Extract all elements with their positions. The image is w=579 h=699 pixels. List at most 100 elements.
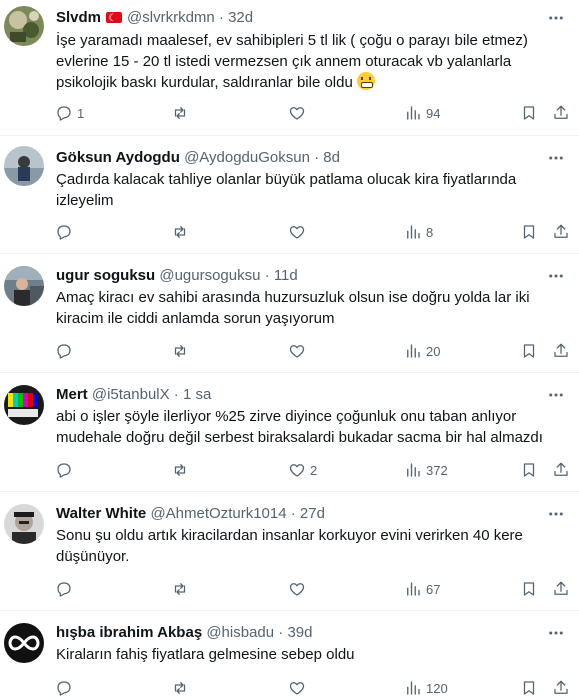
bookmark-button[interactable]	[520, 678, 538, 698]
bookmark-button[interactable]	[520, 103, 538, 123]
timestamp[interactable]: 39d	[287, 624, 312, 641]
author-name[interactable]: ugur soguksu	[56, 267, 155, 284]
more-dots-icon[interactable]	[547, 624, 565, 642]
author-handle[interactable]: @hisbadu	[206, 624, 274, 641]
like-button[interactable]	[288, 678, 310, 698]
reply-button[interactable]	[55, 460, 77, 480]
more-dots-icon[interactable]	[547, 149, 565, 167]
author-handle[interactable]: @ugursoguksu	[159, 267, 260, 284]
like-button[interactable]	[288, 222, 310, 242]
retweet-button[interactable]	[171, 341, 193, 361]
share-button[interactable]	[552, 341, 570, 361]
views-button[interactable]: 120	[404, 678, 448, 698]
like-button[interactable]	[288, 103, 310, 123]
like-button[interactable]: 2	[288, 460, 317, 480]
tweet-feed: Slvdm @slvrkrkdmn · 32d İşe yaramadı maal…	[0, 0, 579, 699]
more-dots-icon[interactable]	[547, 505, 565, 523]
separator-dot: ·	[218, 9, 224, 26]
reply-button[interactable]	[55, 678, 77, 698]
like-button[interactable]	[288, 341, 310, 361]
reply-icon	[57, 463, 71, 478]
bookmark-button[interactable]	[520, 341, 538, 361]
bookmark-button[interactable]	[520, 579, 538, 599]
retweet-button[interactable]	[171, 222, 193, 242]
share-button[interactable]	[552, 222, 570, 242]
reply-button[interactable]: 1	[55, 103, 84, 123]
retweet-button[interactable]	[171, 678, 193, 698]
retweet-button[interactable]	[171, 460, 193, 480]
views-chart-icon	[407, 463, 420, 477]
timestamp[interactable]: 27d	[300, 505, 325, 522]
retweet-icon	[174, 583, 186, 595]
author-name[interactable]: Mert	[56, 386, 88, 403]
share-icon	[554, 224, 568, 238]
view-count: 120	[426, 680, 448, 696]
more-dots-icon[interactable]	[547, 9, 565, 27]
author-handle[interactable]: @slvrkrkdmn	[127, 9, 215, 26]
tweet-text: abi o işler şöyle ilerliyor %25 zirve di…	[56, 408, 543, 446]
views-chart-icon	[407, 106, 420, 120]
views-chart-icon	[407, 225, 420, 239]
avatar[interactable]	[4, 385, 44, 425]
more-dots-icon[interactable]	[547, 386, 565, 404]
heart-icon	[289, 345, 305, 358]
views-button[interactable]: 94	[404, 103, 440, 123]
separator-dot: ·	[173, 386, 179, 403]
tweet[interactable]: ugur soguksu @ugursoguksu · 11d Amaç kir…	[0, 254, 579, 373]
author-handle[interactable]: @AhmetOzturk1014	[150, 505, 286, 522]
heart-icon	[289, 226, 305, 239]
tweet[interactable]: Slvdm @slvrkrkdmn · 32d İşe yaramadı maal…	[0, 0, 579, 136]
like-button[interactable]	[288, 579, 310, 599]
retweet-button[interactable]	[171, 579, 193, 599]
reply-icon	[57, 106, 71, 121]
bookmark-button[interactable]	[520, 222, 538, 242]
bookmark-icon	[523, 582, 535, 596]
author-name[interactable]: Walter White	[56, 505, 146, 522]
author-handle[interactable]: @AydogduGoksun	[184, 149, 310, 166]
tweet-actions: 20	[50, 341, 571, 361]
retweet-icon	[174, 464, 186, 476]
author-name[interactable]: Slvdm	[56, 9, 101, 26]
views-button[interactable]: 372	[404, 460, 448, 480]
reply-button[interactable]	[55, 222, 77, 242]
tweet-text: Kiraların fahiş fiyatlara gelmesine sebe…	[56, 646, 355, 663]
timestamp[interactable]: 1 sa	[183, 386, 211, 403]
tweet[interactable]: Göksun Aydogdu @AydogduGoksun · 8d Çadır…	[0, 136, 579, 254]
author-handle[interactable]: @i5tanbulX	[92, 386, 170, 403]
share-button[interactable]	[552, 678, 570, 698]
tweet-text: Sonu şu oldu artık kiracilardan insanlar…	[56, 527, 523, 565]
tweet-header: hışba ibrahim Akbaş @hisbadu · 39d	[56, 623, 539, 643]
reply-button[interactable]	[55, 341, 77, 361]
tweet[interactable]: hışba ibrahim Akbaş @hisbadu · 39d Kiral…	[0, 611, 579, 699]
share-icon	[554, 680, 568, 694]
avatar[interactable]	[4, 146, 44, 186]
tweet-text: İşe yaramadı maalesef, ev sahibipleri 5 …	[56, 30, 563, 93]
tweet-actions: 120	[50, 678, 571, 698]
bookmark-button[interactable]	[520, 460, 538, 480]
view-count: 8	[426, 224, 434, 240]
bookmark-icon	[523, 344, 535, 358]
avatar[interactable]	[4, 623, 44, 663]
grimacing-face-icon	[357, 72, 375, 90]
timestamp[interactable]: 8d	[323, 149, 340, 166]
timestamp[interactable]: 32d	[228, 9, 253, 26]
author-name[interactable]: Göksun Aydogdu	[56, 149, 180, 166]
tweet[interactable]: Mert @i5tanbulX · 1 sa abi o işler şöyle…	[0, 373, 579, 492]
reply-button[interactable]	[55, 579, 77, 599]
share-button[interactable]	[552, 460, 570, 480]
views-button[interactable]: 67	[404, 579, 440, 599]
share-button[interactable]	[552, 103, 570, 123]
author-name[interactable]: hışba ibrahim Akbaş	[56, 624, 202, 641]
heart-icon	[289, 107, 305, 120]
tweet[interactable]: Walter White @AhmetOzturk1014 · 27d Sonu…	[0, 492, 579, 611]
views-button[interactable]: 8	[404, 222, 433, 242]
avatar[interactable]	[4, 504, 44, 544]
share-button[interactable]	[552, 579, 570, 599]
avatar[interactable]	[4, 266, 44, 306]
avatar[interactable]	[4, 6, 44, 46]
retweet-button[interactable]	[171, 103, 193, 123]
views-button[interactable]: 20	[404, 341, 440, 361]
more-dots-icon[interactable]	[547, 267, 565, 285]
timestamp[interactable]: 11d	[274, 267, 298, 284]
reply-count: 1	[77, 105, 85, 121]
